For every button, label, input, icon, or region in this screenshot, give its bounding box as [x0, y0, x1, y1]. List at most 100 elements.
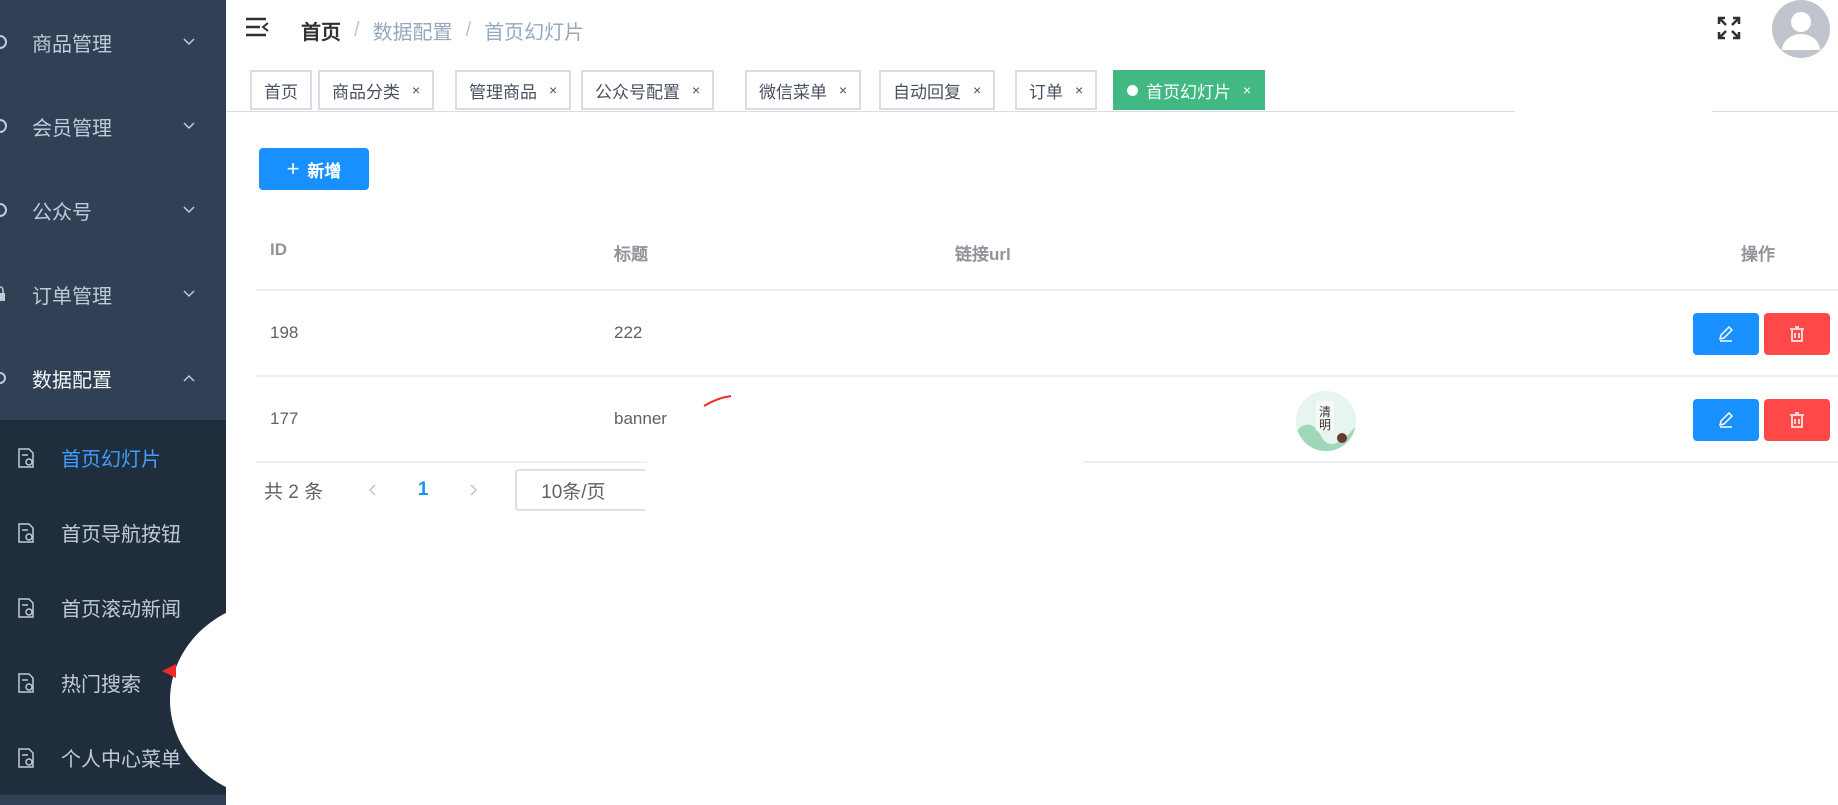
page-size-select[interactable]: 10条/页 — [515, 469, 656, 511]
lock-icon — [0, 286, 5, 301]
avatar[interactable] — [1772, 0, 1830, 58]
document-settings-icon — [18, 447, 34, 468]
svg-text:清: 清 — [1319, 405, 1331, 419]
column-header-actions: 操作 — [1741, 245, 1775, 264]
chevron-right-icon — [470, 484, 478, 496]
tag-auto-reply[interactable]: 自动回复 × — [879, 70, 996, 110]
sidebar-item-label: 热门搜索 — [61, 674, 141, 696]
cell-id: 198 — [270, 323, 299, 342]
overlay-patch — [805, 353, 1345, 367]
cell-id: 177 — [270, 409, 299, 428]
tag-manage-goods[interactable]: 管理商品 × — [455, 70, 572, 110]
sidebar-item-home-nav-buttons[interactable]: 首页导航按钮 — [0, 495, 226, 570]
close-icon[interactable]: × — [692, 82, 700, 98]
user-icon — [1782, 12, 1820, 50]
red-triangle-mark — [162, 664, 176, 678]
fullscreen-icon[interactable] — [1716, 15, 1742, 41]
red-stroke-mark — [703, 395, 732, 407]
close-icon[interactable]: × — [1075, 82, 1083, 98]
menu-icon — [0, 203, 7, 217]
breadcrumb-separator: / — [354, 19, 360, 41]
sidebar-menu-members[interactable]: 会员管理 — [0, 84, 226, 168]
sidebar-item-label: 首页幻灯片 — [61, 449, 161, 471]
tag-label: 商品分类 — [332, 82, 400, 102]
sidebar-menu-goods[interactable]: 商品管理 — [0, 0, 226, 84]
overlay-patch — [1515, 104, 1712, 114]
sidebar-item-home-slides[interactable]: 首页幻灯片 — [0, 420, 226, 495]
tag-goods-category[interactable]: 商品分类 × — [318, 70, 435, 110]
tag-official-account-config[interactable]: 公众号配置 × — [581, 70, 715, 110]
close-icon[interactable]: × — [412, 82, 420, 98]
slide-thumbnail[interactable]: 清 明 — [1296, 391, 1356, 451]
svg-text:明: 明 — [1319, 418, 1331, 432]
tag-label: 微信菜单 — [759, 82, 827, 102]
breadcrumb-separator: / — [465, 19, 472, 41]
sidebar-item-home-news[interactable]: 首页滚动新闻 — [0, 570, 226, 645]
tag-label: 首页 — [264, 82, 298, 102]
add-button[interactable]: + 新增 — [259, 148, 369, 190]
breadcrumb-item: 数据配置 — [372, 22, 453, 44]
chevron-up-icon — [183, 374, 195, 382]
column-header-id: ID — [270, 240, 287, 259]
breadcrumb: 首页 / 数据配置 / 首页幻灯片 — [301, 16, 584, 45]
breadcrumb-item[interactable]: 首页 — [301, 16, 341, 45]
sidebar-menu-orders[interactable]: 订单管理 — [0, 252, 226, 336]
column-header-title: 标题 — [614, 245, 648, 264]
document-settings-icon — [18, 672, 34, 693]
sidebar-menu-data-config[interactable]: 数据配置 — [0, 336, 226, 420]
delete-button[interactable] — [1764, 399, 1830, 441]
page-number[interactable]: 1 — [393, 479, 453, 501]
prev-page-button[interactable] — [353, 470, 393, 510]
trash-icon — [1790, 326, 1804, 342]
tag-label: 管理商品 — [469, 82, 537, 102]
slide-image-icon: 清 明 — [1296, 391, 1356, 451]
trash-icon — [1790, 412, 1804, 428]
close-icon[interactable]: × — [839, 82, 847, 98]
app: 商品管理 会员管理 公众号 订单管理 数据配置 首页幻灯片 首页导航按钮 首页滚… — [0, 0, 1838, 805]
sidebar-item-label: 首页滚动新闻 — [61, 599, 181, 621]
sidebar-menu-label: 会员管理 — [32, 117, 112, 140]
document-settings-icon — [18, 597, 34, 618]
edit-button[interactable] — [1693, 313, 1759, 355]
navbar: 首页 / 数据配置 / 首页幻灯片 — [226, 0, 1838, 60]
settings-icon — [0, 372, 6, 384]
close-icon[interactable]: × — [549, 82, 557, 98]
chevron-down-icon — [183, 38, 195, 46]
tag-orders[interactable]: 订单 × — [1015, 70, 1098, 110]
close-icon[interactable]: × — [1243, 82, 1251, 98]
tag-label: 公众号配置 — [595, 82, 680, 102]
sidebar-menu-official-account[interactable]: 公众号 — [0, 168, 226, 252]
delete-button[interactable] — [1764, 313, 1830, 355]
overlay-patch — [645, 465, 805, 525]
close-icon[interactable]: × — [973, 82, 981, 98]
document-settings-icon — [18, 522, 34, 543]
next-page-button[interactable] — [453, 470, 493, 510]
hamburger-icon[interactable] — [244, 14, 270, 40]
add-button-label: 新增 — [307, 161, 342, 181]
menu-icon — [0, 119, 7, 133]
chevron-down-icon — [183, 290, 195, 298]
edit-icon — [1718, 325, 1734, 342]
chevron-down-icon — [183, 122, 195, 130]
active-dot-icon — [1127, 84, 1138, 96]
edit-button[interactable] — [1693, 399, 1759, 441]
sidebar-menu-label: 订单管理 — [32, 285, 112, 308]
chevron-down-icon — [183, 206, 195, 214]
menu-icon — [0, 35, 7, 49]
cell-title: banner — [614, 409, 667, 428]
sidebar-menu-label: 商品管理 — [32, 33, 112, 56]
tag-label: 首页幻灯片 — [1146, 82, 1231, 102]
pagination: 共 2 条 1 10条/页 — [264, 469, 656, 511]
sidebar-menu-label: 公众号 — [32, 201, 92, 224]
cell-title: 222 — [614, 323, 643, 342]
tag-home-slides[interactable]: 首页幻灯片 × — [1113, 70, 1266, 110]
tag-wechat-menu[interactable]: 微信菜单 × — [745, 70, 862, 110]
overlay-patch — [1632, 52, 1712, 56]
breadcrumb-item: 首页幻灯片 — [484, 22, 585, 44]
tag-label: 订单 — [1029, 82, 1063, 102]
plus-icon: + — [286, 156, 300, 181]
tag-label: 自动回复 — [893, 82, 961, 102]
column-header-url: 链接url — [955, 245, 1011, 264]
tag-home[interactable]: 首页 — [250, 70, 312, 110]
overlay-patch — [1035, 218, 1599, 282]
